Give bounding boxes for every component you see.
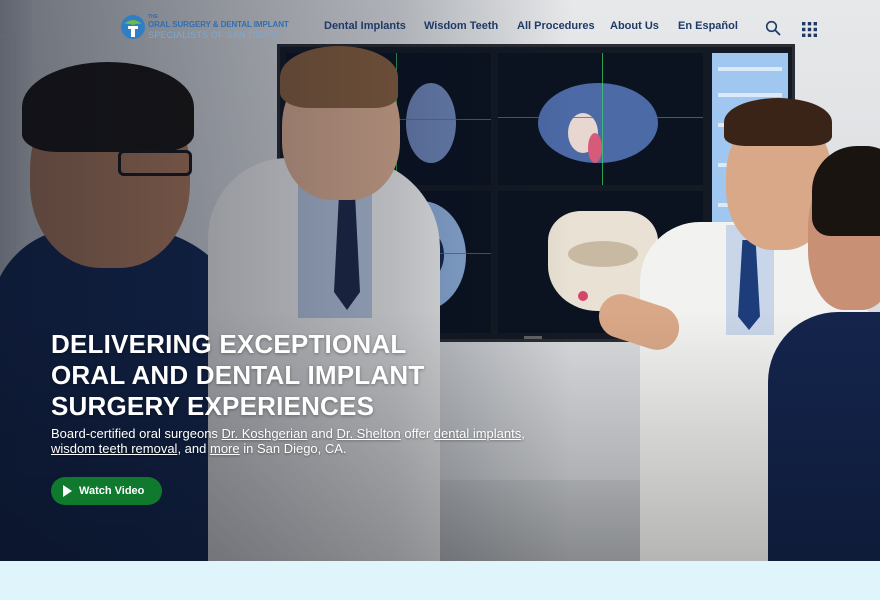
link-dr-shelton[interactable]: Dr. Shelton (336, 426, 400, 441)
link-more[interactable]: more (210, 441, 240, 456)
nav-about-us[interactable]: About Us (610, 20, 659, 32)
link-dental-implants[interactable]: dental implants (434, 426, 521, 441)
play-icon (63, 485, 72, 497)
hero-subtext: Board-certified oral surgeons Dr. Koshge… (51, 426, 525, 456)
page: THE ORAL SURGERY & DENTAL IMPLANT SPECIA… (0, 0, 880, 600)
nav-wisdom-teeth[interactable]: Wisdom Teeth (424, 20, 498, 32)
section-band (0, 561, 880, 600)
main-nav: Dental Implants Wisdom Teeth All Procedu… (0, 20, 880, 40)
hero-headline-line: ORAL AND DENTAL IMPLANT (51, 360, 425, 390)
watch-video-label: Watch Video (79, 485, 145, 497)
link-wisdom-teeth-removal[interactable]: wisdom teeth removal (51, 441, 177, 456)
hero-headline-line: SURGERY EXPERIENCES (51, 391, 375, 421)
link-dr-koshgerian[interactable]: Dr. Koshgerian (222, 426, 308, 441)
nav-en-espanol[interactable]: En Español (678, 20, 738, 32)
search-icon[interactable] (765, 20, 781, 36)
nav-dental-implants[interactable]: Dental Implants (324, 20, 406, 32)
nav-all-procedures[interactable]: All Procedures (517, 20, 595, 32)
hero-headline-line: DELIVERING EXCEPTIONAL (51, 329, 407, 359)
grid-menu-icon[interactable] (801, 21, 818, 38)
site-header: THE ORAL SURGERY & DENTAL IMPLANT SPECIA… (0, 0, 880, 56)
watch-video-button[interactable]: Watch Video (51, 477, 162, 505)
hero-headline: DELIVERING EXCEPTIONAL ORAL AND DENTAL I… (51, 329, 471, 422)
